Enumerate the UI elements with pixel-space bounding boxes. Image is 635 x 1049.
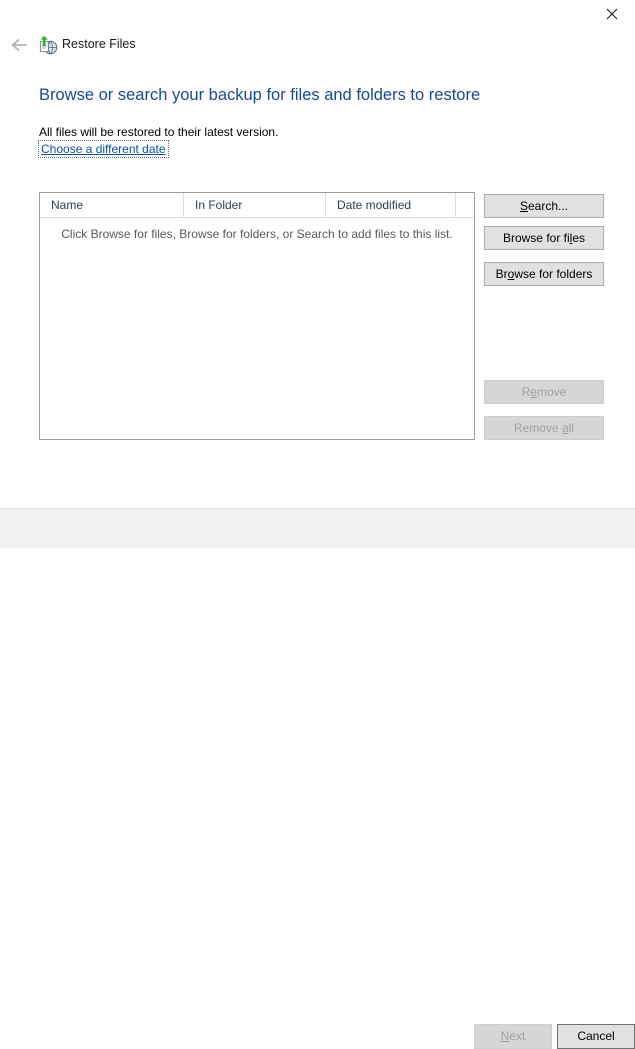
- column-header-in-folder[interactable]: In Folder: [184, 193, 326, 217]
- page-title: Browse or search your backup for files a…: [39, 86, 481, 104]
- back-arrow-icon: [10, 37, 29, 53]
- column-header-name[interactable]: Name: [40, 193, 184, 217]
- remove-button[interactable]: Remove: [484, 380, 604, 404]
- search-button[interactable]: Search...: [484, 194, 604, 218]
- empty-list-hint: Click Browse for files, Browse for folde…: [61, 227, 453, 241]
- title-bar: [0, 0, 635, 28]
- column-header-extra[interactable]: [456, 193, 474, 217]
- list-column-header-row: Name In Folder Date modified: [40, 193, 474, 218]
- cancel-button[interactable]: Cancel: [557, 1024, 635, 1049]
- close-icon: [606, 8, 618, 20]
- choose-different-date-link[interactable]: Choose a different date: [41, 142, 166, 156]
- browse-for-folders-button[interactable]: Browse for folders: [484, 262, 604, 286]
- close-button[interactable]: [589, 0, 635, 28]
- browse-for-files-button[interactable]: Browse for files: [484, 226, 604, 250]
- restore-file-list[interactable]: Name In Folder Date modified Click Brows…: [39, 192, 475, 440]
- column-header-date-modified[interactable]: Date modified: [326, 193, 456, 217]
- back-button[interactable]: [6, 32, 32, 58]
- window-title: Restore Files: [62, 37, 136, 51]
- nav-row: Restore Files: [0, 30, 635, 62]
- dialog-footer: Next Cancel: [0, 508, 635, 1049]
- choose-different-date-link-focus[interactable]: Choose a different date: [38, 140, 169, 158]
- restore-files-icon: [38, 35, 58, 55]
- next-button[interactable]: Next: [474, 1024, 552, 1049]
- remove-all-button[interactable]: Remove all: [484, 416, 604, 440]
- restore-version-note: All files will be restored to their late…: [39, 125, 279, 139]
